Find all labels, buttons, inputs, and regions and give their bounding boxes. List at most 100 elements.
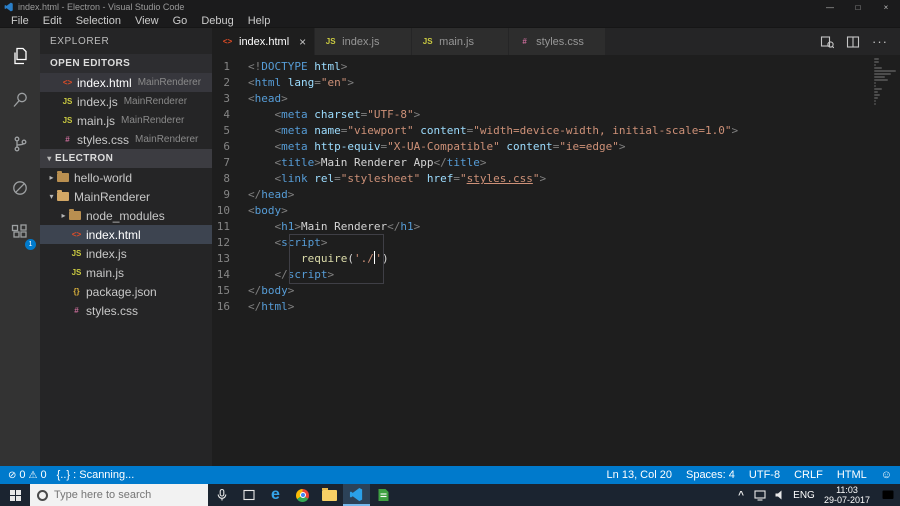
open-editors-header[interactable]: OPEN EDITORS bbox=[40, 54, 212, 73]
code-line[interactable]: 8 < link rel = "stylesheet" href = " styles.cs… bbox=[212, 171, 900, 187]
open-editor-index.html[interactable]: <> index.html MainRenderer bbox=[40, 73, 212, 92]
menu-view[interactable]: View bbox=[128, 14, 166, 28]
code-line[interactable]: 3 < head > bbox=[212, 91, 900, 107]
line-number[interactable]: 3 bbox=[212, 91, 248, 107]
start-button[interactable] bbox=[0, 484, 30, 506]
code-line[interactable]: 1 <! DOCTYPE html > bbox=[212, 59, 900, 75]
line-number[interactable]: 6 bbox=[212, 139, 248, 155]
line-number[interactable]: 13 bbox=[212, 251, 248, 267]
code-line[interactable]: 11 < h1 > Main Renderer </h1 > bbox=[212, 219, 900, 235]
menu-debug[interactable]: Debug bbox=[194, 14, 240, 28]
tree-item-main.js[interactable]: JS main.js bbox=[40, 263, 212, 282]
tree-item-index.js[interactable]: JS index.js bbox=[40, 244, 212, 263]
code-line[interactable]: 9 </head > bbox=[212, 187, 900, 203]
line-number[interactable]: 14 bbox=[212, 267, 248, 283]
code-line[interactable]: 13 require('./') bbox=[212, 251, 900, 267]
explorer-icon[interactable] bbox=[0, 34, 40, 78]
line-number[interactable]: 7 bbox=[212, 155, 248, 171]
microphone-icon[interactable] bbox=[208, 484, 235, 506]
extensions-icon[interactable]: 1 bbox=[0, 210, 40, 254]
tree-item-package.json[interactable]: {} package.json bbox=[40, 282, 212, 301]
chrome-icon[interactable] bbox=[289, 484, 316, 506]
debug-icon[interactable] bbox=[0, 166, 40, 210]
code-line[interactable]: 14 </script > bbox=[212, 267, 900, 283]
encoding-setting[interactable]: UTF-8 bbox=[749, 469, 780, 481]
keyboard-language[interactable]: ENG bbox=[790, 490, 818, 501]
code-token: < bbox=[274, 140, 282, 153]
close-button[interactable]: × bbox=[872, 0, 900, 14]
search-icon[interactable] bbox=[0, 78, 40, 122]
line-number[interactable]: 2 bbox=[212, 75, 248, 91]
indentation-setting[interactable]: Spaces: 4 bbox=[686, 469, 735, 481]
line-number[interactable]: 16 bbox=[212, 299, 248, 315]
eol-setting[interactable]: CRLF bbox=[794, 469, 823, 481]
code-token: </ bbox=[387, 220, 401, 233]
line-number[interactable]: 10 bbox=[212, 203, 248, 219]
show-hidden-icons-button[interactable]: ^ bbox=[732, 490, 750, 501]
open-preview-icon[interactable] bbox=[820, 35, 834, 49]
menu-bar: File Edit Selection View Go Debug Help bbox=[0, 14, 900, 28]
tab-index.js[interactable]: JS index.js bbox=[315, 28, 413, 55]
split-editor-icon[interactable] bbox=[846, 35, 860, 49]
tree-item-styles.css[interactable]: # styles.css bbox=[40, 301, 212, 320]
code-line[interactable]: 6 < meta http-equiv = "X-UA-Compatible" con… bbox=[212, 139, 900, 155]
code-line[interactable]: 12 < script > bbox=[212, 235, 900, 251]
code-line[interactable]: 5 < meta name = "viewport" content = "width=d… bbox=[212, 123, 900, 139]
network-icon[interactable] bbox=[750, 488, 770, 502]
taskbar-search[interactable] bbox=[30, 484, 208, 506]
edge-icon[interactable]: e bbox=[262, 484, 289, 506]
code-line[interactable]: 16 </html > bbox=[212, 299, 900, 315]
tree-item-node_modules[interactable]: ▸ node_modules bbox=[40, 206, 212, 225]
code-editor[interactable]: 1 <! DOCTYPE html >2 < html lang = "en" >3 < head >… bbox=[212, 55, 900, 466]
code-line[interactable]: 10 < body > bbox=[212, 203, 900, 219]
menu-edit[interactable]: Edit bbox=[36, 14, 69, 28]
open-editor-styles.css[interactable]: # styles.css MainRenderer bbox=[40, 130, 212, 149]
line-number[interactable]: 9 bbox=[212, 187, 248, 203]
tree-item-hello-world[interactable]: ▸ hello-world bbox=[40, 168, 212, 187]
restore-button[interactable]: □ bbox=[844, 0, 872, 14]
search-input[interactable] bbox=[54, 489, 194, 501]
more-actions-icon[interactable]: ··· bbox=[872, 35, 888, 48]
open-editor-index.js[interactable]: JS index.js MainRenderer bbox=[40, 92, 212, 111]
problems-indicator[interactable]: ⊘ 0 ⚠ 0 bbox=[8, 469, 47, 481]
code-token: < bbox=[274, 220, 282, 233]
tab-main.js[interactable]: JS main.js bbox=[412, 28, 510, 55]
line-number[interactable]: 12 bbox=[212, 235, 248, 251]
line-number[interactable]: 8 bbox=[212, 171, 248, 187]
tab-styles.css[interactable]: # styles.css bbox=[509, 28, 607, 55]
tab-index.html[interactable]: <> index.html × bbox=[212, 28, 316, 55]
tree-item-index.html[interactable]: <> index.html bbox=[40, 225, 212, 244]
minimize-button[interactable]: — bbox=[816, 0, 844, 14]
open-editor-main.js[interactable]: JS main.js MainRenderer bbox=[40, 111, 212, 130]
menu-file[interactable]: File bbox=[4, 14, 36, 28]
task-view-icon[interactable] bbox=[235, 484, 262, 506]
language-mode[interactable]: HTML bbox=[837, 469, 867, 481]
code-line[interactable]: 4 < meta charset = "UTF-8" > bbox=[212, 107, 900, 123]
line-number[interactable]: 5 bbox=[212, 123, 248, 139]
menu-go[interactable]: Go bbox=[166, 14, 195, 28]
cursor-position[interactable]: Ln 13, Col 20 bbox=[607, 469, 672, 481]
source-control-icon[interactable] bbox=[0, 122, 40, 166]
volume-icon[interactable] bbox=[770, 488, 790, 502]
code-line[interactable]: 2 < html lang = "en" > bbox=[212, 75, 900, 91]
line-number[interactable]: 11 bbox=[212, 219, 248, 235]
line-number[interactable]: 1 bbox=[212, 59, 248, 75]
line-number[interactable]: 15 bbox=[212, 283, 248, 299]
code-line[interactable]: 15 </body > bbox=[212, 283, 900, 299]
folder-section-header[interactable]: ▾ ELECTRON bbox=[40, 149, 212, 168]
vscode-taskbar-icon[interactable] bbox=[343, 484, 370, 506]
close-tab-icon[interactable]: × bbox=[293, 35, 306, 49]
menu-selection[interactable]: Selection bbox=[69, 14, 128, 28]
tree-item-MainRenderer[interactable]: ▾ MainRenderer bbox=[40, 187, 212, 206]
feedback-smiley-icon[interactable]: ☺ bbox=[881, 469, 892, 481]
line-number[interactable]: 4 bbox=[212, 107, 248, 123]
action-center-icon[interactable] bbox=[876, 488, 900, 502]
minimap-line bbox=[874, 88, 882, 90]
clock[interactable]: 11:03 29-07-2017 bbox=[818, 485, 876, 505]
green-app-icon[interactable] bbox=[370, 484, 397, 506]
code-line[interactable]: 7 < title > Main Renderer App </title > bbox=[212, 155, 900, 171]
menu-help[interactable]: Help bbox=[241, 14, 278, 28]
file-explorer-icon[interactable] bbox=[316, 484, 343, 506]
minimap[interactable] bbox=[874, 58, 898, 106]
code-token: h1 bbox=[281, 220, 295, 233]
